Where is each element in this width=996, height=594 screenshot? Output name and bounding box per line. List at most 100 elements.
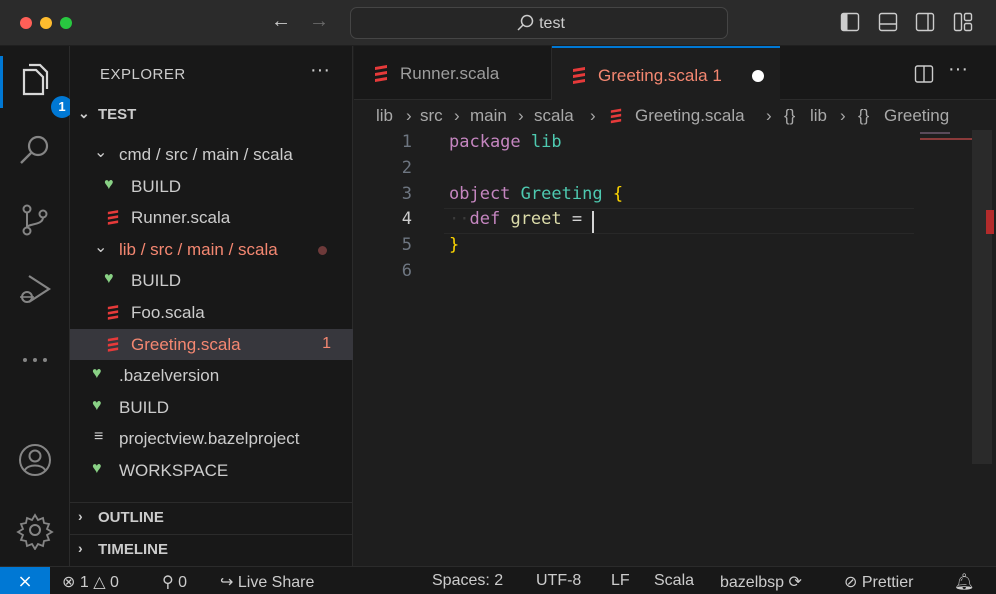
minimize-window-button[interactable] (40, 17, 52, 29)
indentation-status[interactable]: Spaces: 2 (432, 572, 503, 590)
tree-item-label: BUILD (119, 397, 170, 417)
tree-file[interactable]: ♥ BUILD (70, 171, 353, 202)
eol-status[interactable]: LF (611, 572, 630, 590)
explorer-sidebar: EXPLORER ··· ⌄ TEST ⌄ cmd / src / main / … (70, 46, 353, 566)
breadcrumb-item[interactable]: Greeting (884, 106, 949, 126)
more-activity[interactable] (15, 340, 55, 380)
search-activity[interactable] (15, 130, 55, 170)
code-token: Greeting (520, 183, 603, 204)
code-token: package (449, 132, 521, 152)
workspace-section-header[interactable]: ⌄ TEST (70, 100, 353, 130)
tree-file[interactable]: ♥ WORKSPACE (70, 455, 353, 486)
remote-indicator-icon[interactable]: ⨯ (0, 567, 50, 594)
split-editor-icon[interactable] (914, 64, 934, 84)
problem-count: 1 (322, 334, 331, 352)
toggle-primary-sidebar-icon[interactable] (840, 12, 860, 32)
tree-file[interactable]: Runner.scala (70, 202, 353, 233)
manage-activity[interactable] (15, 510, 55, 551)
sync-icon: ⟳ (788, 574, 802, 591)
forward-arrow-icon[interactable]: → (309, 10, 329, 33)
timeline-label: TIMELINE (98, 541, 168, 558)
tree-file[interactable]: ≡ projectview.bazelproject (70, 423, 353, 454)
tree-folder[interactable]: ⌄ lib / src / main / scala (70, 234, 353, 265)
outline-section-header[interactable]: › OUTLINE (70, 503, 353, 533)
source-control-activity[interactable] (15, 200, 55, 240)
tree-item-label: lib / src / main / scala (119, 239, 278, 259)
tree-item-label: .bazelversion (119, 366, 220, 386)
files-icon (22, 63, 49, 96)
tab-runner-scala[interactable]: Runner.scala (354, 46, 552, 100)
tree-file[interactable]: Foo.scala (70, 297, 353, 328)
outline-label: OUTLINE (98, 509, 164, 526)
ports-status[interactable]: ⚲ 0 (162, 572, 187, 592)
close-window-button[interactable] (20, 17, 32, 29)
antenna-icon: ⚲ (162, 574, 174, 591)
explorer-activity[interactable]: 1 (15, 60, 73, 118)
chevron-down-icon: ⌄ (78, 105, 90, 121)
toggle-secondary-sidebar-icon[interactable] (915, 12, 935, 32)
scala-file-icon (610, 108, 622, 124)
run-debug-activity[interactable] (15, 270, 55, 310)
code-token: } (449, 235, 460, 256)
bazel-file-icon: ♥ (92, 396, 102, 414)
breadcrumb-item[interactable]: lib (810, 106, 827, 126)
tree-folder[interactable]: ⌄ cmd / src / main / scala (70, 139, 353, 170)
tree-file[interactable]: ♥ BUILD (70, 265, 353, 296)
maximize-window-button[interactable] (60, 17, 72, 29)
breadcrumb-item[interactable]: lib (376, 106, 393, 126)
chevron-right-icon: › (840, 106, 846, 125)
tree-item-label: BUILD (131, 271, 182, 291)
vertical-scrollbar[interactable] (972, 130, 992, 464)
live-share-icon: ↪ (220, 574, 234, 591)
chevron-right-icon: › (518, 106, 524, 125)
explorer-title: EXPLORER (100, 66, 186, 83)
explorer-more-actions[interactable]: ··· (310, 59, 330, 82)
customize-layout-icon[interactable] (953, 12, 973, 32)
command-center-search[interactable]: test (350, 7, 728, 39)
tab-label: Runner.scala (400, 64, 500, 83)
code-line: package lib (449, 132, 562, 152)
tree-file[interactable]: Greeting.scala 1 (70, 328, 353, 360)
timeline-section-header[interactable]: › TIMELINE (70, 535, 353, 565)
notifications-bell-icon[interactable]: 🔔︎ (954, 572, 974, 592)
editor-more-actions-icon[interactable]: ··· (948, 58, 968, 81)
accounts-activity[interactable] (15, 440, 55, 480)
chevron-right-icon: › (590, 106, 596, 125)
prettier-check-icon: ⊘ (844, 574, 858, 591)
back-arrow-icon[interactable]: ← (271, 10, 291, 33)
toggle-panel-icon[interactable] (878, 12, 898, 32)
tree-item-label: Runner.scala (131, 208, 231, 228)
tree-file[interactable]: ♥ .bazelversion (70, 360, 353, 391)
language-status[interactable]: Scala (654, 572, 694, 590)
live-share-status[interactable]: ↪ Live Share (220, 572, 314, 592)
code-token: lib (530, 132, 562, 152)
active-indicator (0, 56, 3, 108)
more-icon (23, 358, 47, 362)
warning-icon: △ (93, 574, 106, 591)
encoding-status[interactable]: UTF-8 (536, 572, 581, 590)
code-token: greet (510, 209, 562, 230)
text-cursor (592, 211, 595, 234)
breadcrumb-item[interactable]: scala (534, 106, 574, 126)
breadcrumb-item[interactable]: Greeting.scala (635, 106, 745, 126)
line-number: 2 (401, 157, 412, 178)
tree-item-label: BUILD (131, 176, 182, 196)
prettier-status[interactable]: ⊘ Prettier (844, 572, 913, 592)
bsp-status[interactable]: bazelbsp ⟳ (720, 572, 802, 592)
breadcrumb-item[interactable]: main (470, 106, 507, 126)
breadcrumb-item[interactable]: src (420, 106, 443, 126)
tree-item-label: Foo.scala (131, 303, 205, 322)
tab-greeting-scala[interactable]: Greeting.scala 1 (552, 46, 780, 100)
problems-status[interactable]: ⊗ 1 △ 0 (62, 572, 119, 592)
line-number: 6 (401, 261, 412, 281)
line-number: 5 (401, 235, 412, 256)
tree-item-label: cmd / src / main / scala (119, 145, 293, 164)
minimap-line (920, 138, 972, 140)
workspace-name: TEST (98, 106, 137, 123)
unsaved-dot-icon[interactable] (752, 70, 764, 82)
tree-file[interactable]: ♥ BUILD (70, 392, 353, 423)
code-editor[interactable]: 1 2 3 4 5 6 package lib object Greeting {··def… (354, 130, 996, 566)
